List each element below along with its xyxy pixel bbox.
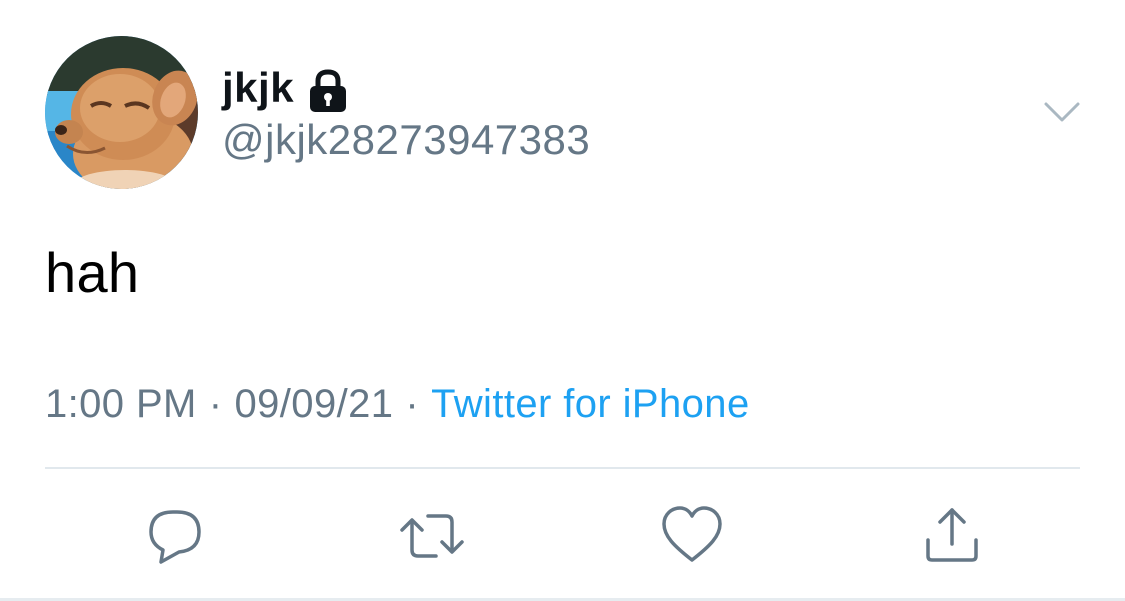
share-icon — [926, 508, 978, 562]
retweet-icon — [400, 514, 464, 558]
avatar-image — [45, 36, 198, 189]
tweet-source-link[interactable]: Twitter for iPhone — [431, 382, 749, 426]
meta-separator: · — [208, 382, 223, 426]
display-name[interactable]: jkjk — [222, 64, 294, 112]
reply-button[interactable] — [143, 504, 207, 568]
reply-icon — [149, 510, 201, 564]
user-handle[interactable]: @jkjk28273947383 — [222, 116, 590, 164]
lock-icon — [308, 69, 348, 113]
divider — [45, 467, 1080, 469]
like-button[interactable] — [660, 504, 724, 568]
retweet-button[interactable] — [400, 504, 464, 568]
tweet-date[interactable]: 09/09/21 — [235, 382, 394, 426]
action-bar — [0, 500, 1125, 570]
avatar[interactable] — [45, 36, 198, 189]
meta-separator: · — [405, 382, 420, 426]
tweet-text: hah — [45, 241, 140, 304]
tweet-time[interactable]: 1:00 PM — [45, 382, 197, 426]
chevron-down-icon[interactable] — [1042, 96, 1082, 130]
tweet-meta: 1:00 PM · 09/09/21 · Twitter for iPhone — [45, 382, 750, 427]
share-button[interactable] — [920, 504, 984, 568]
like-icon — [662, 506, 722, 562]
user-name-row: jkjk — [222, 62, 348, 114]
